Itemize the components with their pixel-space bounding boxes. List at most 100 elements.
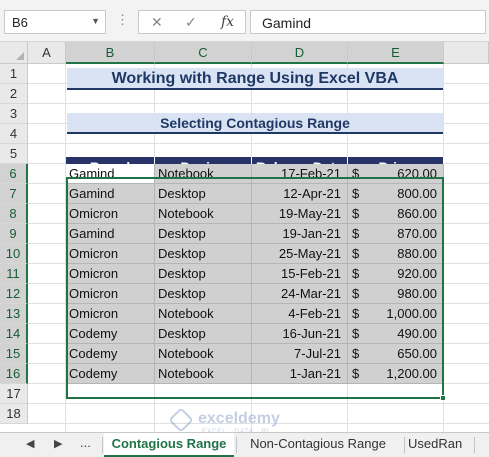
table-cell-device[interactable]: Notebook [155,204,252,224]
fill-handle[interactable] [440,395,446,401]
watermark-name: exceldemy [198,410,280,427]
tab-contagious-range[interactable]: Contagious Range [104,433,234,457]
currency-symbol: $ [352,226,360,241]
row-header-17[interactable]: 17 [0,384,28,404]
tab-scroll-right-icon[interactable]: ▶ [54,437,62,450]
table-cell-price[interactable]: $980.00 [348,284,444,304]
tab-scroll-left-icon[interactable]: ◀ [26,437,34,450]
tab-more-button[interactable]: ... [80,435,91,450]
row-header-16[interactable]: 16 [0,364,28,384]
table-cell-device[interactable]: Notebook [155,304,252,324]
table-cell-brand[interactable]: Codemy [66,364,155,384]
row-header-13[interactable]: 13 [0,304,28,324]
row-header-18[interactable]: 18 [0,404,28,424]
sheet-title[interactable]: Working with Range Using Excel VBA [67,68,443,90]
price-amount: 650.00 [397,346,437,361]
row-header-2[interactable]: 2 [0,84,28,104]
worksheet-grid: Working with Range Using Excel VBA Selec… [0,42,489,432]
row-header-7[interactable]: 7 [0,184,28,204]
row-header-3[interactable]: 3 [0,104,28,124]
table-cell-release-date[interactable]: 15-Feb-21 [252,264,348,284]
table-cell-release-date[interactable]: 19-Jan-21 [252,224,348,244]
exceldemy-logo-icon [168,407,194,433]
table-cell-release-date[interactable]: 25-May-21 [252,244,348,264]
table-cell-brand[interactable]: Omicron [66,304,155,324]
row-header-15[interactable]: 15 [0,344,28,364]
table-cell-release-date[interactable]: 7-Jul-21 [252,344,348,364]
table-cell-release-date[interactable]: 19-May-21 [252,204,348,224]
row-header-4[interactable]: 4 [0,124,28,144]
price-amount: 800.00 [397,186,437,201]
column-header-e[interactable]: E [348,42,444,64]
select-all-button[interactable] [0,42,28,64]
table-cell-device[interactable]: Desktop [155,244,252,264]
row-header-10[interactable]: 10 [0,244,28,264]
table-cell-price[interactable]: $620.00 [348,164,444,184]
row-header-9[interactable]: 9 [0,224,28,244]
table-cell-brand[interactable]: Gamind [66,184,155,204]
table-cell-brand[interactable]: Codemy [66,344,155,364]
table-cell-brand[interactable]: Omicron [66,244,155,264]
price-amount: 920.00 [397,266,437,281]
row-header-12[interactable]: 12 [0,284,28,304]
table-cell-brand[interactable]: Codemy [66,324,155,344]
table-cell-price[interactable]: $880.00 [348,244,444,264]
table-cell-release-date[interactable]: 12-Apr-21 [252,184,348,204]
insert-function-icon[interactable]: fx [221,14,234,30]
chevron-down-icon[interactable]: ▼ [91,16,100,26]
table-cell-price[interactable]: $920.00 [348,264,444,284]
table-cell-release-date[interactable]: 17-Feb-21 [252,164,348,184]
table-cell-device[interactable]: Notebook [155,364,252,384]
table-cell-device[interactable]: Desktop [155,264,252,284]
table-cell-device[interactable]: Desktop [155,184,252,204]
currency-symbol: $ [352,246,360,261]
formula-input[interactable]: Gamind [250,10,486,34]
formula-buttons: ✕ ✓ fx [138,10,246,34]
cancel-icon[interactable]: ✕ [151,14,163,31]
sheet-subtitle[interactable]: Selecting Contagious Range [67,113,443,134]
currency-symbol: $ [352,326,360,341]
tab-usedrange[interactable]: UsedRan [408,433,472,457]
table-cell-price[interactable]: $490.00 [348,324,444,344]
column-header-c[interactable]: C [155,42,252,64]
table-cell-device[interactable]: Desktop [155,324,252,344]
table-cell-device[interactable]: Notebook [155,164,252,184]
column-header-b[interactable]: B [66,42,155,64]
currency-symbol: $ [352,166,360,181]
table-cell-device[interactable]: Desktop [155,284,252,304]
enter-icon[interactable]: ✓ [185,14,197,31]
tab-non-contagious-range[interactable]: Non-Contagious Range [238,433,398,457]
name-box[interactable]: B6 ▼ [4,10,106,34]
table-cell-release-date[interactable]: 1-Jan-21 [252,364,348,384]
table-cell-device[interactable]: Notebook [155,344,252,364]
column-header-filler [444,42,489,64]
table-cell-device[interactable]: Desktop [155,224,252,244]
table-cell-release-date[interactable]: 24-Mar-21 [252,284,348,304]
table-cell-price[interactable]: $860.00 [348,204,444,224]
table-cell-brand[interactable]: Gamind [66,164,155,184]
column-header-a[interactable]: A [28,42,66,64]
table-cell-release-date[interactable]: 16-Jun-21 [252,324,348,344]
gridline [28,143,489,144]
price-amount: 860.00 [397,206,437,221]
column-header-d[interactable]: D [252,42,348,64]
row-header-5[interactable]: 5 [0,144,28,164]
currency-symbol: $ [352,266,360,281]
currency-symbol: $ [352,306,360,321]
name-box-value: B6 [12,15,28,30]
table-cell-price[interactable]: $1,000.00 [348,304,444,324]
table-cell-brand[interactable]: Omicron [66,284,155,304]
table-cell-release-date[interactable]: 4-Feb-21 [252,304,348,324]
table-cell-brand[interactable]: Omicron [66,264,155,284]
table-cell-brand[interactable]: Gamind [66,224,155,244]
row-header-1[interactable]: 1 [0,64,28,84]
table-cell-price[interactable]: $800.00 [348,184,444,204]
row-header-6[interactable]: 6 [0,164,28,184]
table-cell-price[interactable]: $870.00 [348,224,444,244]
table-cell-price[interactable]: $650.00 [348,344,444,364]
row-header-11[interactable]: 11 [0,264,28,284]
table-cell-brand[interactable]: Omicron [66,204,155,224]
table-cell-price[interactable]: $1,200.00 [348,364,444,384]
row-header-14[interactable]: 14 [0,324,28,344]
row-header-8[interactable]: 8 [0,204,28,224]
